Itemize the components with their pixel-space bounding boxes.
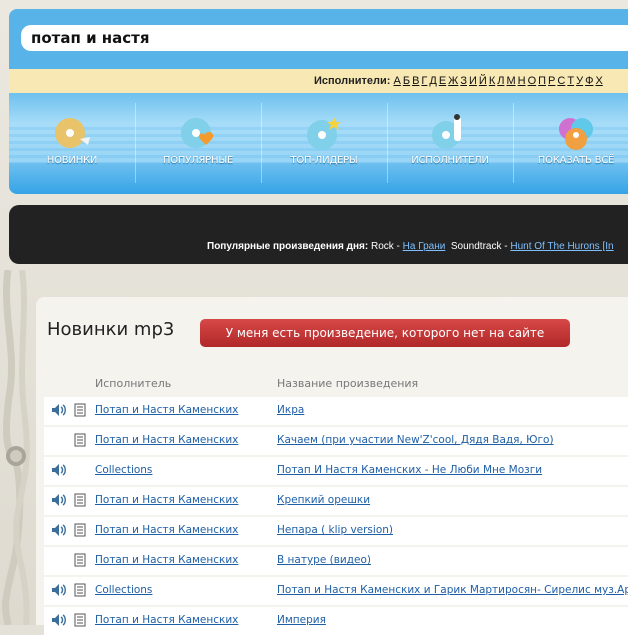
cd-stars-icon bbox=[307, 117, 341, 150]
artist-letter-link[interactable]: Ф bbox=[585, 75, 593, 87]
lyrics-document-icon[interactable] bbox=[74, 403, 86, 417]
artist-letter-link[interactable]: Е bbox=[439, 75, 446, 87]
artist-letter-link[interactable]: У bbox=[576, 75, 583, 87]
nav-item-top[interactable]: ТОП-ЛИДЕРЫ bbox=[261, 93, 387, 194]
artist-letter-link[interactable]: К bbox=[489, 75, 495, 87]
lyrics-document-icon[interactable] bbox=[74, 553, 86, 567]
cd-singer-icon bbox=[432, 114, 461, 149]
song-link[interactable]: В натуре (видео) bbox=[277, 554, 371, 566]
artist-link[interactable]: Потап и Настя Каменских bbox=[95, 494, 238, 506]
lyrics-document-icon[interactable] bbox=[74, 493, 86, 507]
song-link[interactable]: Качаем (при участии New'Z'cool, Дядя Вад… bbox=[277, 434, 554, 446]
artist-letter-link[interactable]: Д bbox=[429, 75, 436, 87]
table-row: Потап и Настя Каменских Крепкий орешки bbox=[44, 487, 628, 515]
song-link[interactable]: Непара ( klip version) bbox=[277, 524, 393, 536]
artist-letter-link[interactable]: М bbox=[506, 75, 515, 87]
nav-label: ИСПОЛНИТЕЛИ bbox=[411, 155, 489, 166]
speaker-icon[interactable] bbox=[51, 523, 67, 537]
artist-letter-link[interactable]: Н bbox=[518, 75, 526, 87]
lyrics-document-icon[interactable] bbox=[74, 523, 86, 537]
nav-label: ТОП-ЛИДЕРЫ bbox=[290, 155, 358, 166]
artist-letter-link[interactable]: Б bbox=[403, 75, 410, 87]
artist-link[interactable]: Потап и Настя Каменских bbox=[95, 524, 238, 536]
speaker-icon[interactable] bbox=[51, 403, 67, 417]
artist-link[interactable]: Потап и Настя Каменских bbox=[95, 434, 238, 446]
song-link[interactable]: Икра bbox=[277, 404, 304, 416]
artist-letter-link[interactable]: О bbox=[528, 75, 537, 87]
table-row: Потап и Настя Каменских Непара ( klip ver… bbox=[44, 517, 628, 545]
table-row: Потап и Настя Каменских Качаем (при участ… bbox=[44, 427, 628, 455]
nav-label: ПОПУЛЯРНЫЕ bbox=[162, 155, 234, 166]
nav-item-show-all[interactable]: ПОКАЗАТЬ ВСЁ bbox=[513, 93, 628, 194]
cd-new-icon bbox=[55, 118, 90, 148]
artists-alphabet-bar: Исполнители: АБВГДЕЖЗИЙКЛМНОПРСТУФХ bbox=[9, 69, 628, 93]
lyrics-document-icon[interactable] bbox=[74, 433, 86, 447]
lyrics-document-icon[interactable] bbox=[74, 583, 86, 597]
table-row: Collections Потап И Настя Каменских - Не … bbox=[44, 457, 628, 485]
table-row: Потап и Настя Каменских Икра bbox=[44, 397, 628, 425]
artist-letter-link[interactable]: Т bbox=[567, 75, 574, 87]
popular-genre: Soundtrack bbox=[450, 241, 502, 252]
artist-letter-link[interactable]: Л bbox=[497, 75, 504, 87]
artist-link[interactable]: Потап и Настя Каменских bbox=[95, 404, 238, 416]
cd-heart-icon bbox=[181, 118, 214, 148]
artist-link[interactable]: Collections bbox=[95, 464, 152, 476]
main-navigation: НОВИНКИ ПОПУЛЯРНЫЕ ТОП-ЛИДЕРЫ ИСПОЛНИТЕЛ… bbox=[9, 93, 628, 194]
song-link[interactable]: Империя bbox=[277, 614, 326, 626]
search-panel bbox=[9, 9, 628, 69]
nav-item-artists[interactable]: ИСПОЛНИТЕЛИ bbox=[387, 93, 513, 194]
artist-letter-link[interactable]: А bbox=[394, 75, 401, 87]
speaker-icon[interactable] bbox=[51, 493, 67, 507]
artist-link[interactable]: Collections bbox=[95, 584, 152, 596]
speaker-icon[interactable] bbox=[51, 463, 67, 477]
artist-letter-link[interactable]: С bbox=[557, 75, 565, 87]
artist-letter-link[interactable]: З bbox=[460, 75, 467, 87]
nav-item-new[interactable]: НОВИНКИ bbox=[9, 93, 135, 194]
search-input[interactable] bbox=[21, 25, 628, 51]
popular-song-link[interactable]: На Грани bbox=[403, 241, 446, 252]
nav-label: НОВИНКИ bbox=[46, 155, 98, 166]
request-missing-song-button[interactable]: У меня есть произведение, которого нет н… bbox=[200, 319, 570, 347]
artist-letter-link[interactable]: Й bbox=[479, 75, 487, 87]
popular-genre: Rock bbox=[370, 241, 394, 252]
rope-decoration bbox=[2, 270, 30, 625]
speaker-icon[interactable] bbox=[51, 583, 67, 597]
artist-letter-link[interactable]: Г bbox=[421, 75, 427, 87]
artist-letter-link[interactable]: В bbox=[412, 75, 419, 87]
artist-letter-link[interactable]: Х bbox=[595, 75, 602, 87]
song-link[interactable]: Потап И Настя Каменских - Не Люби Мне Мо… bbox=[277, 464, 542, 476]
song-link[interactable]: Потап и Настя Каменских и Гарик Мартирос… bbox=[277, 584, 628, 596]
nav-label: ПОКАЗАТЬ ВСЁ bbox=[537, 155, 615, 166]
table-row: Collections Потап и Настя Каменских и Гар… bbox=[44, 577, 628, 605]
popular-today: Популярные произведения дня: Rock - На Г… bbox=[207, 241, 614, 252]
nav-item-popular[interactable]: ПОПУЛЯРНЫЕ bbox=[135, 93, 261, 194]
table-row: Потап и Настя Каменских В натуре (видео) bbox=[44, 547, 628, 575]
popular-today-band: Популярные произведения дня: Rock - На Г… bbox=[9, 205, 628, 264]
cd-stack-icon bbox=[559, 118, 593, 150]
new-mp3-panel: Новинки mp3 У меня есть произведение, ко… bbox=[36, 297, 628, 635]
artist-letter-link[interactable]: Ж bbox=[448, 75, 458, 87]
artist-link[interactable]: Потап и Настя Каменских bbox=[95, 554, 238, 566]
column-header-artist: Исполнитель bbox=[95, 377, 172, 390]
table-row: Потап и Настя Каменских Империя bbox=[44, 607, 628, 635]
page-title: Новинки mp3 bbox=[47, 319, 175, 340]
artist-letter-link[interactable]: Р bbox=[548, 75, 555, 87]
artist-letter-link[interactable]: П bbox=[538, 75, 546, 87]
artists-label: Исполнители: bbox=[314, 75, 391, 87]
artist-link[interactable]: Потап и Настя Каменских bbox=[95, 614, 238, 626]
artist-letter-link[interactable]: И bbox=[469, 75, 477, 87]
popular-label: Популярные произведения дня: bbox=[207, 241, 369, 252]
song-link[interactable]: Крепкий орешки bbox=[277, 494, 370, 506]
popular-song-link[interactable]: Hunt Of The Hurons [In bbox=[510, 241, 613, 252]
column-header-song: Название произведения bbox=[277, 377, 419, 390]
